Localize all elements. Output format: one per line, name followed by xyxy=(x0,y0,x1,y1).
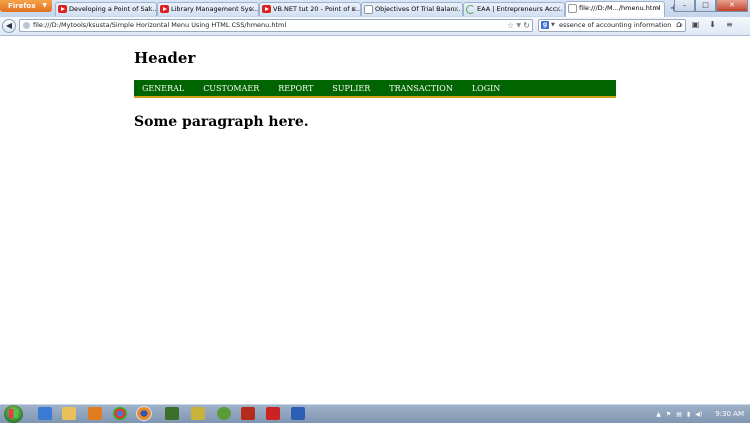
url-text[interactable]: file:///D:/Mytools/ksusta/Simple Horizon… xyxy=(33,20,286,31)
page-header: Header xyxy=(134,49,196,67)
flag-icon[interactable]: ⚑ xyxy=(666,411,671,418)
navigation-bar: ◀ file:///D:/Mytools/ksusta/Simple Horiz… xyxy=(0,17,750,36)
firefox-menu-button[interactable]: Firefox ▼ xyxy=(0,0,52,12)
tab-title: VB.NET tut 20 - Point of s... xyxy=(273,5,361,13)
close-tab-icon[interactable]: × xyxy=(453,3,459,15)
youtube-icon xyxy=(262,5,271,13)
tab-title: EAA | Entrepreneurs Acc... xyxy=(477,5,563,13)
chrome-icon[interactable] xyxy=(113,407,127,420)
word-icon[interactable] xyxy=(291,407,305,420)
chevron-down-icon: ▼ xyxy=(42,2,47,9)
firefox-taskbar-icon[interactable] xyxy=(136,406,152,421)
filezilla-icon[interactable] xyxy=(241,407,255,420)
file-explorer-icon[interactable] xyxy=(62,407,76,420)
toolbar-icons: ▣ ⬇ ≡ xyxy=(690,20,735,29)
clock[interactable]: 9:30 AM xyxy=(715,410,744,418)
volume-icon[interactable]: ◀) xyxy=(695,411,702,418)
maximize-button[interactable]: □ xyxy=(695,0,716,12)
close-tab-icon[interactable]: × xyxy=(655,2,661,14)
app-icon[interactable] xyxy=(217,407,231,420)
system-tray: ▲ ⚑ ▤ ▮ ◀) 9:30 AM xyxy=(656,405,744,423)
bookmark-star-icon[interactable]: ☆ xyxy=(507,20,514,31)
site-identity-icon[interactable] xyxy=(23,22,30,29)
show-hidden-icons-icon[interactable]: ▲ xyxy=(656,411,661,418)
media-player-icon[interactable] xyxy=(88,407,102,420)
app-icon[interactable] xyxy=(191,407,205,420)
menu-item-suplier[interactable]: SUPLIER xyxy=(332,84,370,93)
search-engine-dropdown-icon[interactable]: ▼ xyxy=(551,20,555,31)
youtube-icon xyxy=(58,5,67,13)
search-input[interactable]: essence of accounting information xyxy=(559,20,671,31)
signal-icon[interactable]: ▮ xyxy=(687,411,690,418)
close-tab-icon[interactable]: × xyxy=(351,3,357,15)
document-icon xyxy=(364,5,373,14)
home-icon[interactable]: ⌂ xyxy=(676,20,682,30)
download-icon[interactable]: ⬇ xyxy=(707,20,718,29)
tab-title: file:///D:/M.../hmenu.html xyxy=(579,4,661,12)
menu-item-transaction[interactable]: TRANSACTION xyxy=(389,84,453,93)
close-tab-icon[interactable]: × xyxy=(147,3,153,15)
internet-explorer-icon[interactable] xyxy=(38,407,52,420)
page-paragraph: Some paragraph here. xyxy=(134,114,309,130)
tab-0[interactable]: Developing a Point of Sal... × xyxy=(55,2,157,16)
tab-title: Library Management Sys... xyxy=(171,5,259,13)
tab-title: Objectives Of Trial Balan... xyxy=(375,5,461,13)
back-button[interactable]: ◀ xyxy=(2,19,16,33)
bookmarks-icon[interactable]: ▣ xyxy=(690,20,701,29)
youtube-icon xyxy=(160,5,169,13)
window-controls: – □ ✕ xyxy=(674,0,748,12)
pdf-reader-icon[interactable] xyxy=(266,407,280,420)
tab-title: Developing a Point of Sal... xyxy=(69,5,157,13)
close-window-button[interactable]: ✕ xyxy=(716,0,748,12)
minimize-button[interactable]: – xyxy=(674,0,695,12)
document-icon xyxy=(568,4,577,13)
reload-icon[interactable]: ↻ xyxy=(523,20,530,31)
close-tab-icon[interactable]: × xyxy=(249,3,255,15)
tab-4[interactable]: EAA | Entrepreneurs Acc... × xyxy=(463,2,565,16)
address-bar[interactable]: file:///D:/Mytools/ksusta/Simple Horizon… xyxy=(19,19,533,32)
history-dropdown-icon[interactable]: ▼ xyxy=(516,20,521,31)
search-bar[interactable]: g ▼ essence of accounting information ⌕ xyxy=(538,19,686,32)
menu-item-customaer[interactable]: CUSTOMAER xyxy=(203,84,259,93)
tab-2[interactable]: VB.NET tut 20 - Point of s... × xyxy=(259,2,361,16)
menu-item-login[interactable]: LOGIN xyxy=(472,84,500,93)
menu-item-report[interactable]: REPORT xyxy=(278,84,313,93)
app-icon[interactable] xyxy=(165,407,179,420)
network-icon[interactable]: ▤ xyxy=(676,411,682,418)
tab-bar: Firefox ▼ Developing a Point of Sal... ×… xyxy=(0,0,750,18)
page-content: Header GENERAL CUSTOMAER REPORT SUPLIER … xyxy=(0,36,750,404)
tab-1[interactable]: Library Management Sys... × xyxy=(157,2,259,16)
google-search-engine-icon[interactable]: g xyxy=(541,21,549,29)
loading-icon xyxy=(466,5,475,14)
menu-icon[interactable]: ≡ xyxy=(724,20,735,29)
tab-5-active[interactable]: file:///D:/M.../hmenu.html × xyxy=(565,1,665,17)
firefox-menu-label: Firefox xyxy=(8,2,36,10)
start-button[interactable] xyxy=(4,405,23,423)
windows-taskbar: ▲ ⚑ ▤ ▮ ◀) 9:30 AM xyxy=(0,404,750,423)
close-tab-icon[interactable]: × xyxy=(555,3,561,15)
menu-item-general[interactable]: GENERAL xyxy=(142,84,184,93)
horizontal-menu: GENERAL CUSTOMAER REPORT SUPLIER TRANSAC… xyxy=(134,80,616,98)
tab-3[interactable]: Objectives Of Trial Balan... × xyxy=(361,2,463,16)
